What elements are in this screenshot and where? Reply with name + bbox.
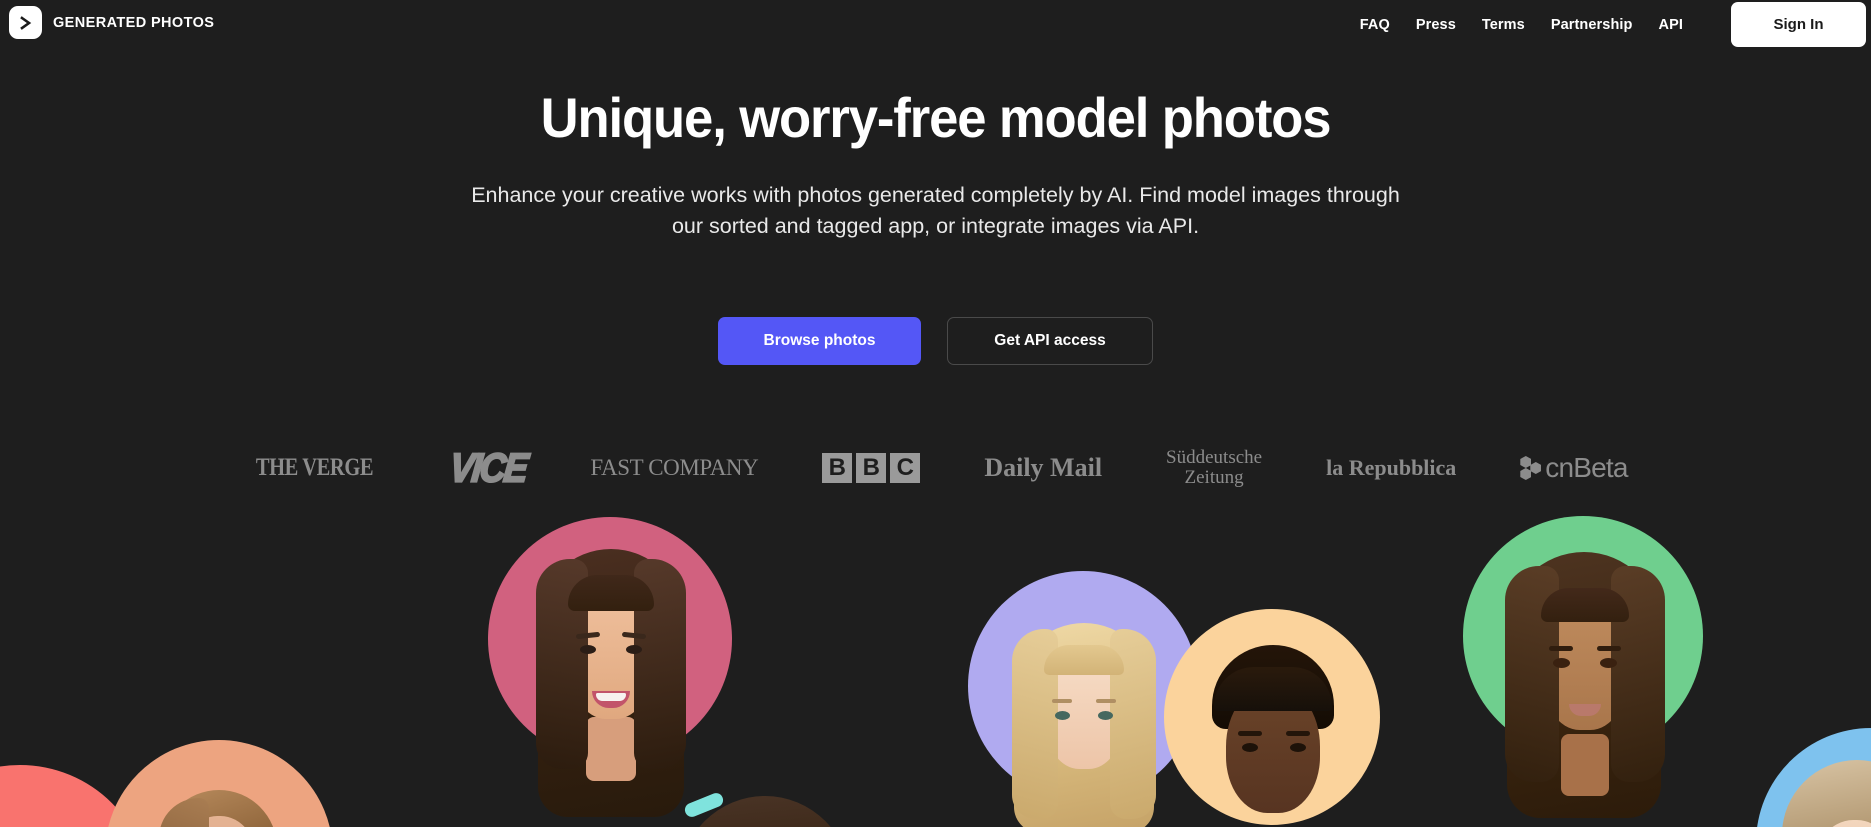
hero-subtitle: Enhance your creative works with photos … [456, 180, 1416, 242]
portrait-person [1495, 546, 1673, 827]
brand-logo[interactable]: GENERATED PHOTOS [9, 6, 214, 39]
portrait-green-girl [1463, 516, 1703, 818]
the-verge-wordmark: THE VERGE [256, 454, 374, 481]
nav-item-api[interactable]: API [1646, 17, 1696, 33]
nav-item-press[interactable]: Press [1403, 17, 1469, 33]
cta-row: Browse photos Get API access [0, 317, 1871, 365]
portrait-peach-left [105, 740, 333, 827]
chevron-right-icon [9, 6, 42, 39]
site-header: GENERATED PHOTOS FAQ Press Terms Partner… [0, 0, 1871, 49]
nav-item-terms[interactable]: Terms [1469, 17, 1538, 33]
sz-line-2: Zeitung [1184, 467, 1244, 488]
cnbeta-hex-icon [1520, 456, 1542, 480]
press-logo-sueddeutsche-zeitung: Süddeutsche Zeitung [1134, 438, 1294, 498]
sign-in-button[interactable]: Sign In [1731, 2, 1866, 47]
bbc-wordmark: B B C [822, 453, 921, 483]
press-logo-la-repubblica: la Repubblica [1294, 438, 1488, 498]
press-logo-cnbeta: cnBeta [1488, 438, 1659, 498]
bbc-letter-c: C [890, 453, 921, 483]
bbc-letter-b2: B [856, 453, 887, 483]
sz-line-1: Süddeutsche [1166, 446, 1263, 468]
fast-company-wordmark: FAST COMPANY [590, 455, 759, 480]
portrait-apricot-man [1164, 609, 1380, 825]
press-logo-the-verge: THE VERGE [211, 438, 418, 498]
hero-subtitle-line1: Enhance your creative works with photos … [471, 183, 1321, 207]
portrait-blue-right [1756, 728, 1871, 827]
bbc-letter-b1: B [822, 453, 853, 483]
page-title: Unique, worry-free model photos [540, 86, 1332, 149]
cnbeta-wordmark: cnBeta [1520, 452, 1628, 484]
nav-item-partnership[interactable]: Partnership [1538, 17, 1646, 33]
press-logo-bbc: B B C [790, 438, 952, 498]
portrait-person [650, 778, 880, 827]
press-logo-fast-company: FAST COMPANY [558, 438, 790, 498]
la-repubblica-wordmark: la Repubblica [1326, 455, 1457, 480]
press-logo-daily-mail: Daily Mail [952, 438, 1134, 498]
page-root: GENERATED PHOTOS FAQ Press Terms Partner… [0, 0, 1871, 827]
primary-nav: FAQ Press Terms Partnership API [1347, 0, 1696, 49]
press-logo-vice: VICE [418, 438, 558, 498]
portrait-dark-center [650, 778, 880, 827]
portrait-person [1006, 623, 1162, 827]
press-logo-strip: THE VERGE VICE FAST COMPANY B B C Daily … [0, 438, 1871, 498]
nav-item-faq[interactable]: FAQ [1347, 17, 1403, 33]
browse-photos-button[interactable]: Browse photos [718, 317, 921, 365]
daily-mail-wordmark: Daily Mail [984, 453, 1103, 482]
cnbeta-text: cnBeta [1545, 452, 1628, 483]
brand-name: GENERATED PHOTOS [53, 14, 215, 31]
get-api-access-button[interactable]: Get API access [947, 317, 1153, 365]
portrait-person [1774, 760, 1871, 827]
portrait-pink-woman [488, 517, 732, 817]
portrait-person [1200, 645, 1346, 827]
vice-wordmark: VICE [447, 443, 530, 491]
portrait-gallery [0, 516, 1871, 827]
sueddeutsche-wordmark: Süddeutsche Zeitung [1166, 446, 1263, 488]
portrait-person [151, 790, 287, 827]
